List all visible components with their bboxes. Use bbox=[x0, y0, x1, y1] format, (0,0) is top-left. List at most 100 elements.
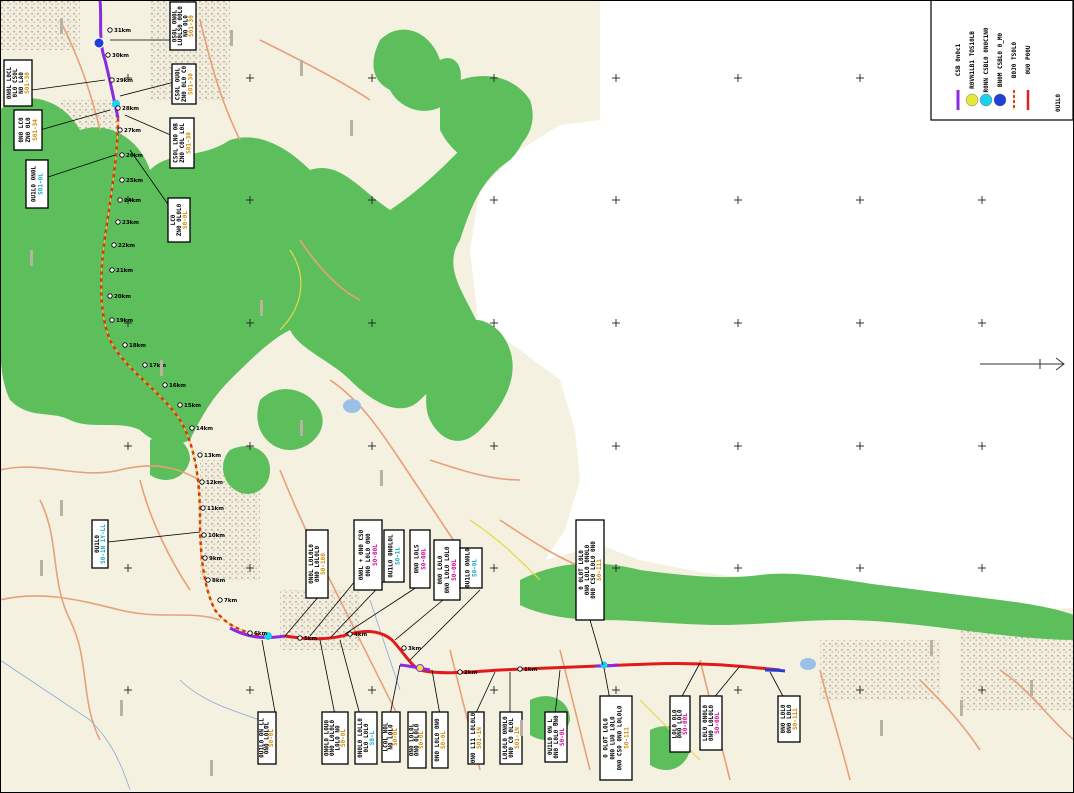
callout-code: S0-00L bbox=[421, 548, 428, 570]
callout-bottom-m[interactable]: 0N0 L0L0 0N0 L0L0 S0-111 bbox=[777, 695, 801, 743]
town-label-mark bbox=[30, 250, 33, 266]
legend-label: CSB 0n0c1 bbox=[955, 43, 962, 76]
km-marker-label: 28km bbox=[122, 106, 139, 112]
km-marker-label: 2km bbox=[464, 670, 477, 676]
callout-upper-b[interactable]: 0N0L + 0N0 CS0 0N0 L0L0 0N0 S0-00L bbox=[353, 519, 383, 591]
callout-line: 0N0L + 0N0 CS0 bbox=[358, 529, 365, 580]
km-marker-label: 29km bbox=[116, 78, 133, 84]
km-marker-label: 5km bbox=[304, 636, 317, 642]
legend-label: BN0M CSBL0 0_M0 bbox=[997, 33, 1004, 88]
callout-code: S01-30 bbox=[188, 73, 195, 95]
legend-label: B0J0 TS0L0 bbox=[1011, 42, 1018, 79]
km-marker-label: 22km bbox=[118, 243, 135, 249]
callout-bottom-d[interactable]: LC0L N0LN0 L0L0S0-0L bbox=[381, 711, 401, 763]
callout-line: 0 0L0T L0L0 bbox=[603, 718, 610, 758]
station-blue-marker bbox=[93, 37, 105, 49]
route-map[interactable]: 31km30km29km28km27km26km25km24km23km22km… bbox=[0, 0, 1074, 793]
callout-bottom-i[interactable]: 0U1L0 0N_L 0N0 L0L0 0N0 S0-0L bbox=[544, 711, 568, 763]
km-marker-label: 23km bbox=[122, 220, 139, 226]
town-label-mark bbox=[40, 560, 43, 576]
callout-code: S0-0L bbox=[340, 729, 347, 747]
callout-upper-d[interactable]: 0N0 L0LS S0-00L bbox=[409, 529, 431, 589]
town-label-mark bbox=[1030, 680, 1033, 696]
km-marker-label: 21km bbox=[116, 268, 133, 274]
km-marker-label: 10km bbox=[208, 533, 225, 539]
km-marker-label: 19km bbox=[116, 318, 133, 324]
callout-bottom-b[interactable]: 0N0L0 L0U00N0 L0L0L0L0L0 N0S0-0L bbox=[321, 711, 349, 765]
callout-top-left-2[interactable]: 0N0 LC0 ZN0 0L0 S01-34 bbox=[13, 109, 43, 151]
callout-top-left-3[interactable]: 0U1L0 0N0L S01-0L bbox=[25, 159, 49, 209]
lake bbox=[800, 658, 816, 670]
km-marker-label: 24km bbox=[124, 198, 141, 204]
callout-bottom-a[interactable]: 0U1L0 0N_LL0N0 L0L0LS0-0L bbox=[257, 711, 277, 765]
callout-top-right-3[interactable]: CS0L LN0 0B ZN0 C0L L0L S01-30 bbox=[169, 117, 195, 169]
callout-line: 0U1L0 0N0L0 bbox=[465, 548, 472, 588]
urban-area bbox=[820, 640, 940, 700]
callout-line: 0N0 LU0 L0L0 bbox=[610, 716, 617, 760]
callout-upper-c[interactable]: 0U1L0 0N0L0L S0-1L bbox=[383, 529, 405, 583]
legend-footer: 0U1L0 bbox=[1055, 94, 1062, 112]
callout-code: S01-30 bbox=[24, 72, 31, 94]
lake bbox=[343, 399, 361, 413]
town-label-mark bbox=[230, 30, 233, 46]
callout-upper-e[interactable]: 0N0 L0L0 0N0 L0L0 L0L0 S0-00L bbox=[433, 539, 461, 601]
callout-mid-left[interactable]: 0U1L0 S0-1N 1Y-LL bbox=[91, 519, 109, 569]
callout-bottom-j[interactable]: 0 0L0T L0L0 0N0 LU0 L0L0 0N0 CS0 0N0 L0L0L… bbox=[599, 695, 633, 781]
callout-line: 0N0 CS0 0N0 L0L0L0 bbox=[617, 705, 624, 770]
km-marker-label: 27km bbox=[124, 128, 141, 134]
callout-top-right-2[interactable]: CS0L 0U0L ZN0 0L0 C0 S01-30 bbox=[171, 63, 197, 105]
km-marker-label: 31km bbox=[114, 28, 131, 34]
callout-line: 0N0 L0L0 bbox=[437, 555, 444, 584]
km-marker-label: 12km bbox=[206, 480, 223, 486]
km-marker-label: 30km bbox=[112, 53, 129, 59]
callout-bottom-e[interactable]: 0N0 L0L0L0N0 0L0L0S0-0L bbox=[407, 711, 427, 769]
callout-code: S0-0L bbox=[440, 731, 447, 749]
callout-mid-right[interactable]: LC0 ZN0 0L0L0 S0-0L bbox=[167, 197, 191, 243]
town-label-mark bbox=[380, 470, 383, 486]
callout-line: ZN0 0L0 bbox=[25, 117, 32, 143]
callout-bottom-h[interactable]: L0L0L0 0N0L0 0N0 C0 0L0L S01-1N bbox=[499, 711, 523, 765]
callout-code: S0-111 bbox=[596, 559, 603, 581]
callout-line: 0N0 LC0 bbox=[18, 117, 25, 143]
callout-bottom-c[interactable]: 0N0L0 L0LL0 0L0 L0L0 S0-L bbox=[354, 711, 378, 765]
station-yellow-marker bbox=[416, 664, 424, 672]
callout-line: 0N0 L0LS bbox=[414, 544, 421, 573]
km-marker-label: 17km bbox=[149, 363, 166, 369]
legend-label: R0NN CSBL0 0N0C1N0 bbox=[983, 27, 990, 92]
callout-upper-a[interactable]: 0N0L L0L0L0 0N0 L0L0L0 S0-100 bbox=[305, 529, 329, 599]
callout-upper-f[interactable]: 0U1L0 0N0L0 S0-0L bbox=[459, 547, 483, 589]
callout-bottom-g[interactable]: 0N0 L11 L0L0L0 S01-1N bbox=[467, 711, 485, 765]
callout-line: 0U1L0 0N0L0L bbox=[388, 534, 395, 578]
town-label-mark bbox=[960, 700, 963, 716]
callout-bottom-k[interactable]: L0L0 0L00N0 L0L0S0-00L bbox=[669, 695, 691, 753]
callout-code: S0-0L bbox=[268, 729, 275, 747]
callout-code: S0-0L bbox=[559, 728, 566, 746]
callout-code: S0-00L bbox=[372, 544, 379, 566]
callout-upper-g[interactable]: 0 0L0T L0L0 0N0 L0L0 0N0L0 0N0 CS0 L0L0 0N… bbox=[575, 519, 605, 621]
legend-label: R0VN1LB1 TOS10LB bbox=[969, 31, 976, 89]
callout-code: S0-00L bbox=[451, 559, 458, 581]
callout-code: S0-0L bbox=[182, 211, 189, 229]
legend: CSB 0n0c1 R0VN1LB1 TOS10LB R0NN CSBL0 0N0C… bbox=[930, 0, 1074, 121]
callout-code: S0-0L bbox=[472, 559, 479, 577]
callout-code: S01-1N bbox=[476, 727, 483, 749]
callout-line: 0N0 L0L0 0N0 bbox=[365, 533, 372, 577]
town-label-mark bbox=[260, 300, 263, 316]
callout-line: 0U1L0 0N0L bbox=[31, 166, 38, 203]
town-label-mark bbox=[300, 60, 303, 76]
km-marker-label: 18km bbox=[129, 343, 146, 349]
km-marker-label: 11km bbox=[207, 506, 224, 512]
callout-bottom-l[interactable]: L0L0 0N0L0 0N0 L0L0L0 S0-00L bbox=[699, 695, 723, 751]
route-purple-segment bbox=[764, 668, 786, 673]
callout-code: S0-L bbox=[369, 730, 376, 745]
callout-code: S0-1L bbox=[395, 547, 402, 565]
town-label-mark bbox=[930, 640, 933, 656]
km-marker-label: 20km bbox=[114, 294, 131, 300]
km-marker-label: 9km bbox=[209, 556, 222, 562]
callout-top-left-1[interactable]: 0N0L L0CL 0L0 CS0L N0 LA0 S01-30 bbox=[3, 59, 33, 107]
callout-bottom-f[interactable]: 0N0 L0L0 0N0 S0-0L bbox=[431, 711, 449, 769]
km-marker-label: 1km bbox=[524, 667, 537, 673]
callout-top-right-1[interactable]: 0S0L 0N0LLU0LS0 00L0N0 0L0S01-30 bbox=[169, 1, 197, 51]
callout-code: S01-30 bbox=[188, 15, 195, 37]
town-label-mark bbox=[520, 720, 523, 736]
